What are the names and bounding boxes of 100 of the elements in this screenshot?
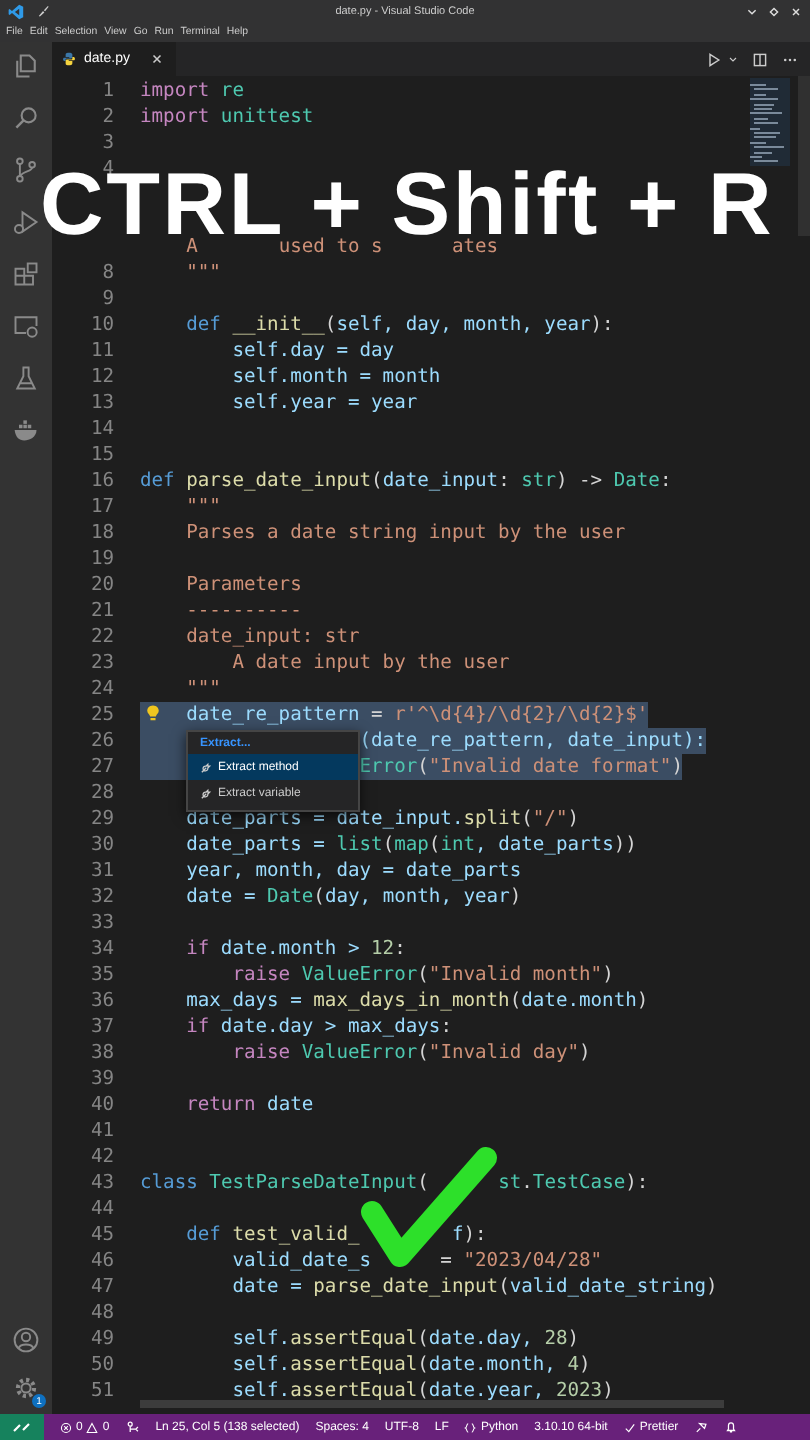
code-line: if date.month > 12: (184, 936, 406, 962)
line-number: 13 (88, 392, 114, 414)
line-number: 15 (88, 444, 114, 466)
code-line: raise ValueError("Invalid day") (230, 1040, 591, 1066)
wrench-icon (200, 787, 212, 799)
code-line: import unittest (140, 104, 314, 130)
line-number: 40 (88, 1094, 114, 1116)
line-number: 24 (88, 678, 114, 700)
line-number: 26 (88, 730, 114, 752)
brush-icon[interactable] (36, 4, 50, 18)
line-number: 33 (88, 912, 114, 934)
line-number: 9 (100, 288, 114, 310)
code-line: class TestParseDateInput( st.TestCase): (140, 1170, 649, 1196)
caret-icon[interactable] (728, 54, 738, 64)
line-number: 21 (88, 600, 114, 622)
line-number: 1 (100, 80, 114, 102)
line-number: 2 (100, 106, 114, 128)
line-number: 25 (88, 704, 114, 726)
line-number: 17 (88, 496, 114, 518)
code-line: raise ValueError("Invalid month") (230, 962, 614, 988)
line-number: 38 (88, 1042, 114, 1064)
line-number: 14 (88, 418, 114, 440)
warning-icon (86, 1421, 99, 1433)
wrench-icon (200, 761, 212, 773)
feedback-icon[interactable] (694, 1420, 709, 1434)
code-line: """ (184, 260, 221, 286)
chevron-down-icon[interactable] (746, 5, 758, 17)
close-icon[interactable] (790, 5, 802, 17)
settings-icon[interactable] (12, 1374, 40, 1402)
code-line: self.assertEqual(date.month, 4) (230, 1352, 591, 1378)
run-debug-icon[interactable] (12, 208, 40, 236)
code-line: A used to s ates (184, 235, 499, 260)
code-line: Parameters (184, 572, 302, 598)
vscode-logo-icon (8, 3, 24, 19)
code-line: date = Date(day, month, year) (184, 884, 522, 910)
line-number: 19 (88, 548, 114, 570)
lightbulb-icon[interactable] (144, 704, 162, 722)
line-number: 28 (88, 782, 114, 804)
line-number: 27 (88, 756, 114, 778)
code-line: self.assertEqual(date.year, 2023) (230, 1378, 614, 1404)
code-line: date_parts = list(map(int, date_parts)) (184, 832, 637, 858)
line-number: 30 (88, 834, 114, 856)
code-line: """ (184, 676, 221, 702)
line-number: 12 (88, 366, 114, 388)
code-line: if date.day > max_days: (184, 1014, 452, 1040)
line-number: 32 (88, 886, 114, 908)
code-line: ---------- (184, 598, 302, 624)
line-number: 49 (88, 1328, 114, 1350)
code-line: date_input: str (184, 624, 360, 650)
account-icon[interactable] (12, 1326, 40, 1354)
code-line: self.day = day (230, 338, 395, 364)
close-icon[interactable] (149, 52, 164, 66)
line-number: 43 (88, 1172, 114, 1194)
check-icon (623, 1421, 636, 1433)
line-number: 51 (88, 1380, 114, 1402)
flask-icon[interactable] (12, 364, 40, 392)
whale-icon[interactable] (12, 416, 40, 444)
line-number: 44 (88, 1198, 114, 1220)
code-line: """ (184, 494, 221, 520)
line-number: 48 (88, 1302, 114, 1324)
code-line: self.month = month (230, 364, 441, 390)
line-number: 11 (88, 340, 114, 362)
line-number: 23 (88, 652, 114, 674)
source-control-icon[interactable] (12, 156, 40, 184)
line-number: 8 (100, 262, 114, 284)
split-editor-icon[interactable] (752, 51, 768, 67)
braces-icon (464, 1421, 477, 1433)
code-line: year, month, day = date_parts (184, 858, 522, 884)
code-line: def test_valid_ f): (184, 1222, 487, 1248)
code-line: self.assertEqual(date.day, 28) (230, 1326, 580, 1352)
line-number: 35 (88, 964, 114, 986)
line-number: 37 (88, 1016, 114, 1038)
line-number: 3 (100, 132, 114, 154)
line-number: 31 (88, 860, 114, 882)
code-line: max_days = max_days_in_month(date.month) (184, 988, 649, 1014)
search-icon[interactable] (12, 104, 40, 132)
diamond-icon[interactable] (768, 5, 780, 17)
line-number: 36 (88, 990, 114, 1012)
code-line: Parses a date string input by the user (184, 520, 626, 546)
minimap-drawing[interactable] (750, 78, 790, 166)
code-line: def __init__(self, day, month, year): (184, 312, 614, 338)
extensions-icon[interactable] (12, 260, 40, 288)
line-number: 22 (88, 626, 114, 648)
code-line: self.year = year (230, 390, 418, 416)
line-number: 18 (88, 522, 114, 544)
line-number: 16 (88, 470, 114, 492)
run-icon[interactable] (706, 51, 722, 67)
share-icon[interactable] (125, 1420, 140, 1434)
remote-explorer-icon[interactable] (12, 312, 40, 340)
files-icon[interactable] (12, 52, 40, 80)
code-line: def parse_date_input(date_input: str) -> Date: (140, 468, 672, 494)
remote-icon[interactable] (0, 1414, 44, 1440)
line-number: 46 (88, 1250, 114, 1272)
code-line: return date (184, 1092, 314, 1118)
code-line: import re (140, 78, 244, 104)
line-number: 29 (88, 808, 114, 830)
bell-icon[interactable] (724, 1420, 739, 1434)
line-number: 42 (88, 1146, 114, 1168)
line-number: 47 (88, 1276, 114, 1298)
line-number: 39 (88, 1068, 114, 1090)
